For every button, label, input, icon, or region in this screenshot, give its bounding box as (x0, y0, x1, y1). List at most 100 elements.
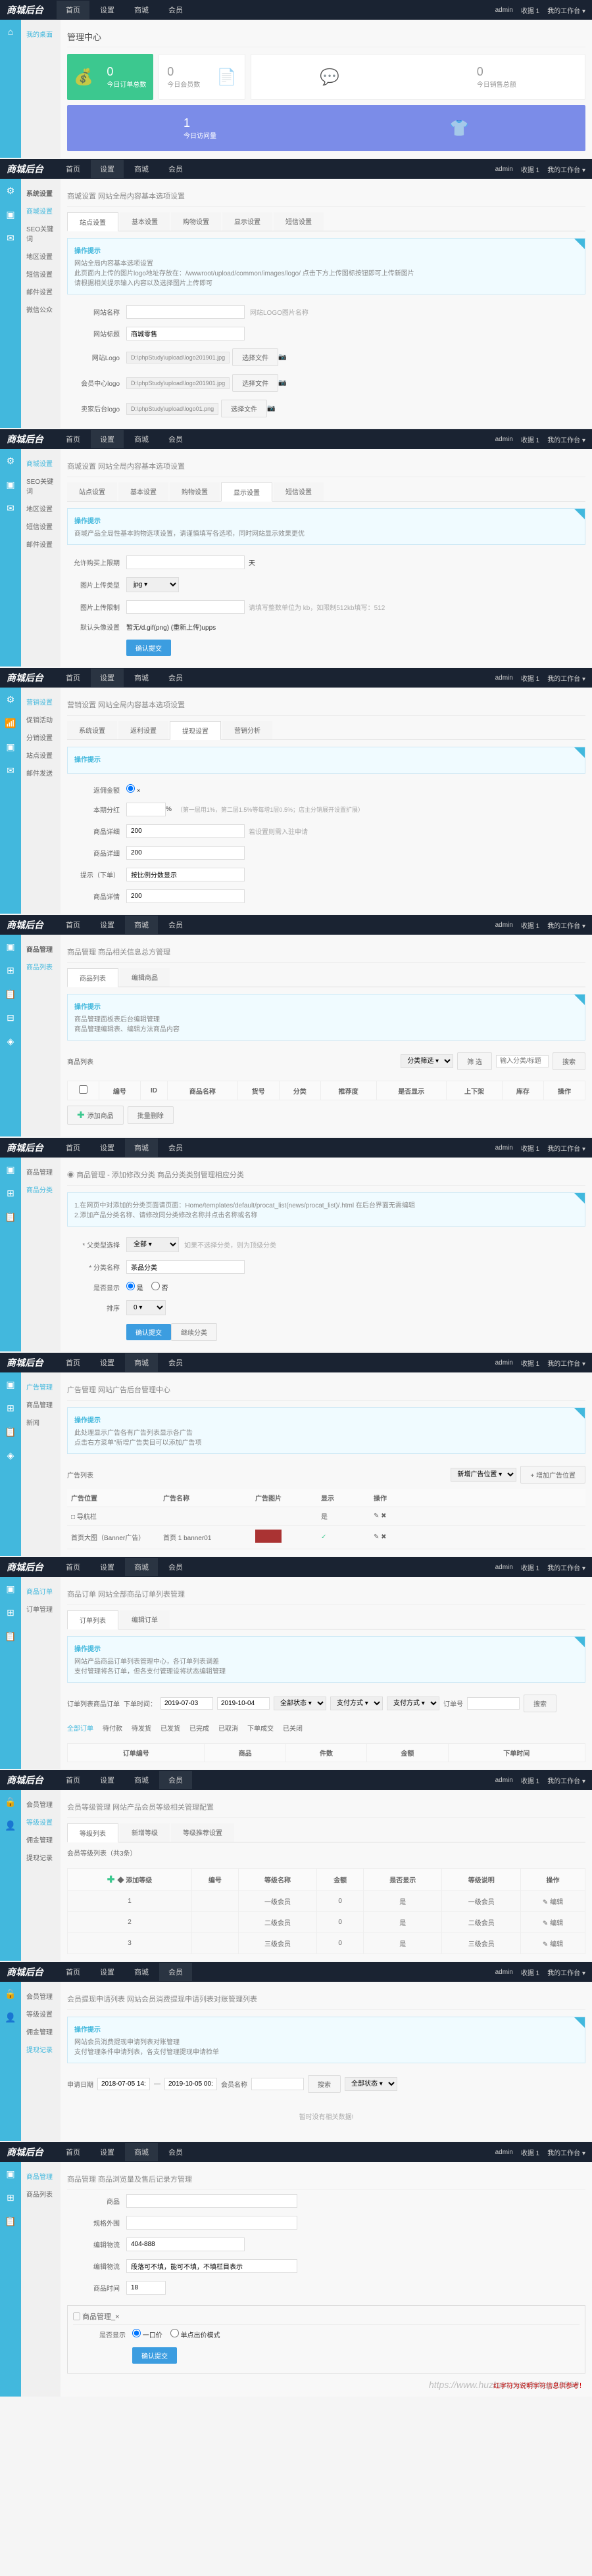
nav[interactable]: 设置 (91, 1558, 124, 1576)
sub[interactable]: 商品管理 (24, 2167, 58, 2185)
tab[interactable]: 站点设置 (67, 482, 117, 501)
file-btn[interactable]: 选择文件 (232, 348, 278, 366)
tab[interactable]: 提现设置 (170, 721, 221, 740)
icon[interactable]: ⊞ (5, 1403, 16, 1415)
tab[interactable]: 基本设置 (120, 212, 170, 231)
deliver-select[interactable]: 支付方式 ▾ (387, 1697, 439, 1710)
badge[interactable]: 收据 1 (521, 920, 539, 930)
sub[interactable]: 短信设置 (24, 517, 58, 535)
nav[interactable]: 设置 (91, 1963, 124, 1981)
sub-item[interactable]: 邮件设置 (24, 283, 58, 300)
icon[interactable]: ⊞ (5, 2192, 16, 2204)
workbench[interactable]: 我的工作台 ▾ (547, 1967, 585, 1977)
sub[interactable]: 等级设置 (24, 1813, 58, 1831)
badge[interactable]: 收据 1 (521, 673, 539, 683)
status-tab[interactable]: 已关闭 (283, 1723, 303, 1733)
nav[interactable]: 商城 (125, 2143, 158, 2161)
nav[interactable]: 首页 (57, 2143, 89, 2161)
tab[interactable]: 等级推荐设置 (171, 1823, 234, 1842)
sub[interactable]: 商品管理 (24, 1395, 58, 1413)
sub[interactable]: 地区设置 (24, 500, 58, 517)
del-btn[interactable]: 批量删除 (128, 1106, 174, 1124)
nav[interactable]: 首页 (57, 430, 89, 448)
input[interactable] (126, 2281, 166, 2295)
sub-item[interactable]: 地区设置 (24, 247, 58, 265)
nav[interactable]: 首页 (57, 160, 89, 178)
nav[interactable]: 首页 (57, 916, 89, 934)
nav[interactable]: 商城 (125, 1771, 158, 1789)
radio[interactable]: × (126, 784, 141, 795)
checkbox[interactable] (79, 1085, 87, 1094)
sub[interactable]: 商品列表 (24, 958, 58, 975)
sub[interactable]: 会员管理 (24, 1987, 58, 2005)
nav[interactable]: 会员 (159, 916, 192, 934)
edit-link[interactable]: ✎ 编辑 (520, 1933, 585, 1954)
nav[interactable]: 会员 (159, 1558, 192, 1576)
workbench[interactable]: 我的工作台 ▾ (547, 1775, 585, 1785)
add-product-btn[interactable]: ✚添加商品 (67, 1106, 124, 1125)
nav[interactable]: 商城 (125, 1558, 158, 1576)
submit-btn[interactable]: 确认提交 (126, 1324, 171, 1340)
home-icon[interactable]: ⌂ (5, 26, 16, 38)
nav-home[interactable]: 首页 (57, 1, 89, 19)
workbench[interactable]: 我的工作台 ▾ (547, 673, 585, 683)
nav[interactable]: 会员 (159, 430, 192, 448)
tab[interactable]: 基本设置 (118, 482, 168, 501)
th[interactable] (68, 1081, 99, 1100)
input[interactable] (126, 2194, 297, 2208)
camera-icon[interactable]: 📷 (278, 354, 286, 361)
tab[interactable]: 购物设置 (170, 482, 220, 501)
nav[interactable]: 会员 (159, 1963, 192, 1981)
wifi-icon[interactable]: 📶 (5, 718, 16, 730)
icon[interactable]: 📋 (5, 2216, 16, 2228)
radio-yes[interactable]: 是 (126, 1282, 143, 1292)
filter-select[interactable]: 分类筛选 ▾ (401, 1054, 453, 1068)
sub[interactable]: 商品列表 (24, 2185, 58, 2203)
date2[interactable] (164, 2078, 217, 2090)
tab[interactable]: 站点设置 (67, 212, 118, 231)
nav[interactable]: 首页 (57, 668, 89, 687)
icon[interactable]: ▣ (5, 741, 16, 753)
file-btn[interactable]: 选择文件 (221, 400, 267, 417)
badge[interactable]: 收据 1 (521, 434, 539, 444)
sub[interactable]: 站点设置 (24, 746, 58, 764)
gear-icon[interactable]: ⚙ (5, 456, 16, 467)
badge[interactable]: 收据 1 (521, 1143, 539, 1153)
status-tab[interactable]: 已完成 (189, 1723, 209, 1733)
nav[interactable]: 设置 (91, 1771, 124, 1789)
search-btn[interactable]: 搜索 (308, 2075, 341, 2093)
nav[interactable]: 会员 (159, 1771, 192, 1789)
nav[interactable]: 商城 (125, 160, 158, 178)
site-title-input[interactable] (126, 327, 245, 340)
tab[interactable]: 营销分析 (222, 721, 272, 739)
gear-icon[interactable]: ⚙ (5, 185, 16, 197)
workbench-dropdown[interactable]: 我的工作台 ▾ (547, 5, 585, 15)
sub[interactable]: 等级设置 (24, 2005, 58, 2023)
nav[interactable]: 会员 (159, 668, 192, 687)
workbench[interactable]: 我的工作台 ▾ (547, 920, 585, 930)
tab[interactable]: 购物设置 (171, 212, 221, 231)
icon[interactable]: ✉ (5, 503, 16, 515)
site-name-input[interactable] (126, 305, 245, 319)
nav-mall[interactable]: 商城 (125, 1, 158, 19)
radio[interactable]: 一口价 (132, 2329, 162, 2339)
input[interactable] (126, 600, 245, 614)
box-icon[interactable]: ▣ (5, 941, 16, 953)
select[interactable]: jpg ▾ (126, 577, 179, 592)
lock-icon[interactable]: 🔒 (5, 1988, 16, 2000)
nav[interactable]: 商城 (125, 1138, 158, 1157)
filter-btn[interactable]: 筛 选 (457, 1052, 492, 1070)
icon[interactable]: 👤 (5, 1820, 16, 1832)
icon[interactable]: ▣ (5, 1379, 16, 1391)
user[interactable]: admin (495, 1777, 513, 1784)
ops[interactable]: ✎ ✖ (374, 1534, 387, 1541)
workbench[interactable]: 我的工作台 ▾ (547, 2147, 585, 2157)
camera-icon[interactable]: 📷 (267, 405, 275, 412)
badge[interactable]: 收据 1 (521, 1967, 539, 1977)
nav[interactable]: 首页 (57, 1353, 89, 1372)
workbench[interactable]: 我的工作台 ▾ (547, 1358, 585, 1368)
sub-item[interactable]: 商城设置 (24, 202, 58, 220)
pay-select[interactable]: 支付方式 ▾ (330, 1697, 383, 1710)
card-today-members[interactable]: 0今日会员数 📄 (159, 54, 246, 100)
badge[interactable]: 收据 1 (521, 2147, 539, 2157)
